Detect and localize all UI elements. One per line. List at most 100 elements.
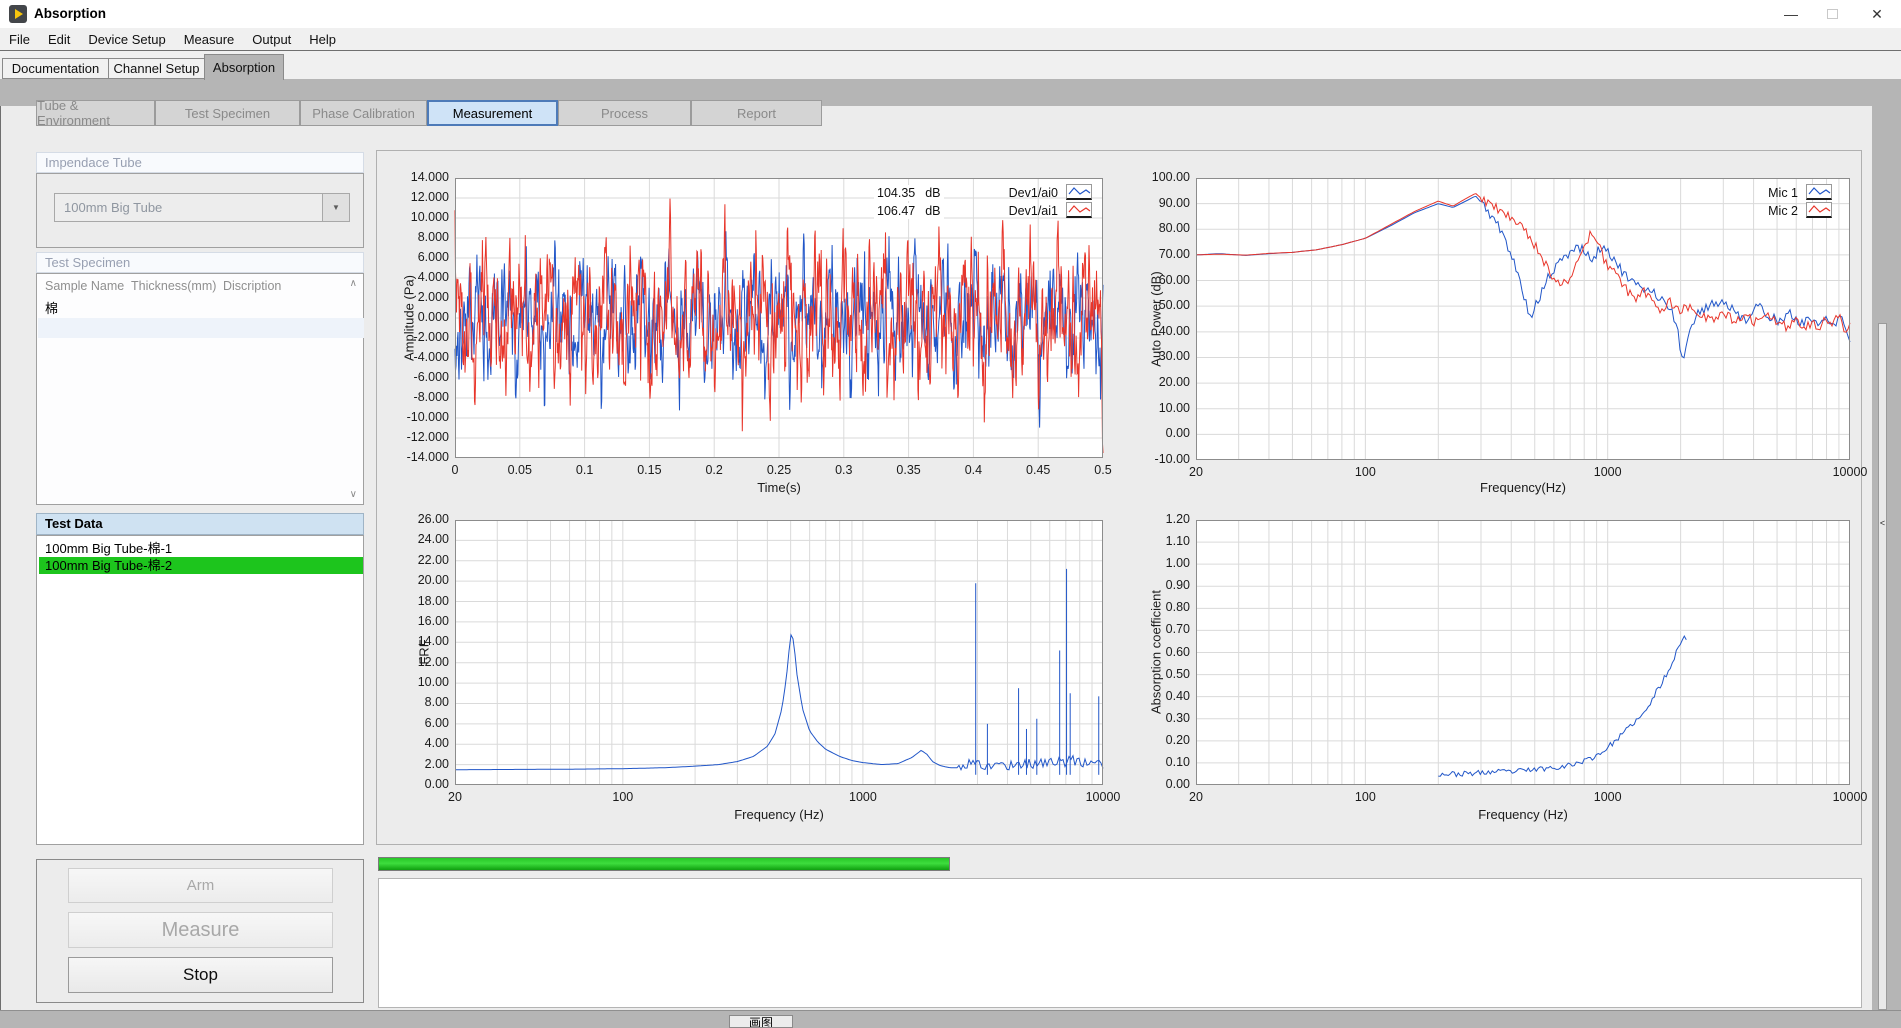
tick-label: 20.00 [1120, 375, 1190, 390]
tick-label: 0.25 [749, 463, 809, 478]
tick-label: 24.00 [379, 532, 449, 547]
maximize-button[interactable] [1827, 9, 1838, 19]
tab-channel-setup[interactable]: Channel Setup [108, 58, 205, 79]
app-window: Absorption — ✕ File Edit Device Setup Me… [0, 0, 1901, 1028]
tick-label: 100 [1335, 790, 1395, 805]
tick-label: 0.15 [619, 463, 679, 478]
minimize-button[interactable]: — [1776, 0, 1806, 28]
legend-dev1-ai0[interactable]: Dev1/ai0 [988, 186, 1058, 200]
tick-label: 0.00 [379, 777, 449, 792]
legend-dev1-ai1[interactable]: Dev1/ai1 [988, 204, 1058, 218]
legend-plot-icon-red[interactable] [1066, 202, 1092, 218]
tick-label: 18.00 [379, 594, 449, 609]
legend-plot-icon-blue[interactable] [1066, 184, 1092, 200]
tick-label: 1.10 [1120, 534, 1190, 549]
tick-label: 0.35 [879, 463, 939, 478]
labview-app-icon [9, 5, 27, 23]
collapse-left-icon[interactable]: < [1876, 518, 1889, 528]
splitter-handle[interactable] [1878, 323, 1887, 1010]
column-thickness: Thickness(mm) [131, 279, 216, 293]
window-title: Absorption [34, 0, 106, 28]
test-data-item-1[interactable]: 100mm Big Tube-棉-1 [39, 540, 363, 557]
specimen-row-sample-name[interactable]: 棉 [45, 298, 58, 317]
tick-label: 10.00 [379, 675, 449, 690]
tick-label: 12.00 [379, 655, 449, 670]
impedance-tube-selected: 100mm Big Tube [55, 200, 322, 215]
scroll-down-icon[interactable]: ∨ [350, 489, 357, 500]
readout-2-value: 106.47 [877, 204, 915, 218]
menu-item-output[interactable]: Output [243, 32, 300, 47]
subtab-report[interactable]: Report [691, 100, 822, 126]
tick-label: 6.000 [379, 250, 449, 265]
menu-item-edit[interactable]: Edit [39, 32, 79, 47]
menu-item-measure[interactable]: Measure [175, 32, 244, 47]
scroll-up-icon[interactable]: ∧ [350, 278, 357, 289]
tick-label: 1.20 [1120, 512, 1190, 527]
tick-label: 0.1 [555, 463, 615, 478]
measure-button[interactable]: Measure [68, 912, 333, 948]
readout-2-unit: dB [925, 204, 940, 218]
tick-label: -8.000 [379, 390, 449, 405]
test-data-item-2-selected[interactable]: 100mm Big Tube-棉-2 [39, 557, 363, 574]
tick-label: 10.000 [379, 210, 449, 225]
legend-mic1[interactable]: Mic 1 [1728, 186, 1798, 200]
time-waveform-chart: 00.050.10.150.20.250.30.350.40.450.5-14.… [455, 178, 1103, 458]
tick-label: 20 [425, 790, 485, 805]
main-tab-bar: Documentation Channel Setup Absorption [0, 51, 1901, 79]
tick-label: 0.20 [1120, 733, 1190, 748]
subtab-process[interactable]: Process [558, 100, 691, 126]
tab-documentation[interactable]: Documentation [2, 58, 109, 79]
legend-mic2[interactable]: Mic 2 [1728, 204, 1798, 218]
subtab-tube-environment[interactable]: Tube & Environment [36, 100, 155, 126]
menu-item-file[interactable]: File [0, 32, 39, 47]
tick-label: 8.000 [379, 230, 449, 245]
column-sample-name: Sample Name [45, 279, 124, 293]
tick-label: 100.00 [1120, 170, 1190, 185]
tick-label: 22.00 [379, 553, 449, 568]
close-button[interactable]: ✕ [1859, 0, 1895, 28]
readout-1-value: 104.35 [877, 186, 915, 200]
tick-label: 1000 [1578, 465, 1638, 480]
time-axis-label: Time(s) [757, 480, 801, 495]
absorption-chart: 201001000100000.000.100.200.300.400.500.… [1196, 520, 1850, 785]
tick-label: 20 [1166, 790, 1226, 805]
stop-button[interactable]: Stop [68, 957, 333, 993]
bottom-tab-draw[interactable]: 画图 [729, 1015, 793, 1028]
subtab-phase-calibration[interactable]: Phase Calibration [300, 100, 427, 126]
menu-item-help[interactable]: Help [300, 32, 345, 47]
tick-label: 14.000 [379, 170, 449, 185]
progress-bar [378, 857, 950, 871]
tick-label: 20 [1166, 465, 1226, 480]
subtab-test-specimen[interactable]: Test Specimen [155, 100, 300, 126]
subtab-measurement[interactable]: Measurement [427, 100, 558, 126]
tick-label: -10.00 [1120, 452, 1190, 467]
tick-label: -12.000 [379, 430, 449, 445]
tick-label: 16.00 [379, 614, 449, 629]
tick-label: 90.00 [1120, 196, 1190, 211]
arm-button[interactable]: Arm [68, 868, 333, 903]
tick-label: -14.000 [379, 450, 449, 465]
tick-label: 10000 [1073, 790, 1133, 805]
frf-chart: 201001000100000.002.004.006.008.0010.001… [455, 520, 1103, 785]
progress-fill [379, 858, 949, 870]
tick-label: -10.000 [379, 410, 449, 425]
tick-label: 0.05 [490, 463, 550, 478]
auto-power-axis-label: Auto Power (dB) [1149, 271, 1164, 366]
test-specimen-header: Test Specimen [36, 252, 364, 273]
tab-absorption[interactable]: Absorption [204, 54, 284, 80]
title-bar: Absorption — ✕ [0, 0, 1901, 28]
tick-label: 70.00 [1120, 247, 1190, 262]
absorption-axis-label: Absorption coefficient [1149, 590, 1164, 714]
tick-label: -6.000 [379, 370, 449, 385]
tick-label: 0.00 [1120, 426, 1190, 441]
chevron-down-icon[interactable]: ▼ [322, 194, 349, 221]
tick-label: 0.3 [814, 463, 874, 478]
play-triangle-icon [15, 9, 23, 19]
legend-mic1-icon[interactable] [1806, 184, 1832, 200]
tick-label: 2.00 [379, 757, 449, 772]
legend-mic2-icon[interactable] [1806, 202, 1832, 218]
impedance-tube-dropdown[interactable]: 100mm Big Tube ▼ [54, 193, 350, 222]
tick-label: 1.00 [1120, 556, 1190, 571]
menu-item-device-setup[interactable]: Device Setup [79, 32, 174, 47]
level-readout-1: 104.35dB [874, 185, 944, 201]
